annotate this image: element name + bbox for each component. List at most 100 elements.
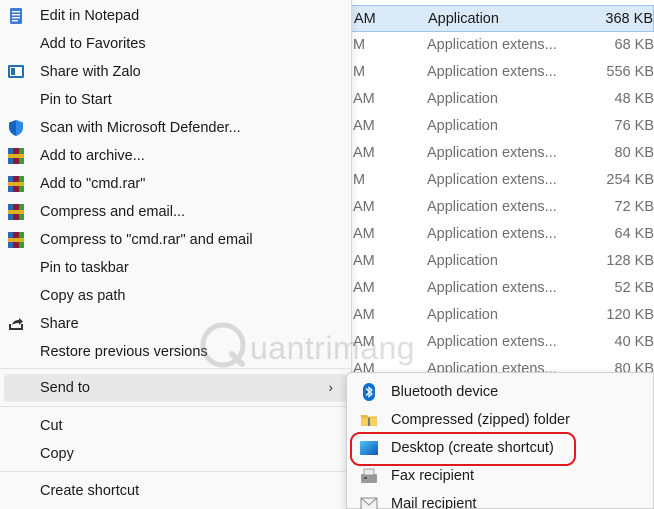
file-size: 76 KB xyxy=(614,118,654,134)
menu-item-label: Pin to Start xyxy=(40,92,112,108)
menu-item-compress-to-cmd-rar-and-email[interactable]: Compress to "cmd.rar" and email xyxy=(0,226,351,254)
menu-separator xyxy=(0,406,351,407)
menu-item-label: Share with Zalo xyxy=(40,64,141,80)
file-size: 48 KB xyxy=(614,91,654,107)
file-size: 254 KB xyxy=(606,172,654,188)
submenu-item-fax-recipient[interactable]: Fax recipient xyxy=(347,462,653,490)
watermark-logo: uantrimang xyxy=(198,318,418,374)
file-row[interactable]: M Application extens... 556 KB xyxy=(350,59,654,86)
file-type: Application extens... xyxy=(427,172,557,188)
menu-item-label: Copy as path xyxy=(40,288,126,304)
submenu-item-label: Compressed (zipped) folder xyxy=(391,412,570,428)
file-type: Application extens... xyxy=(427,334,557,350)
menu-item-pin-to-start[interactable]: Pin to Start xyxy=(0,86,351,114)
submenu-item-compressed-folder[interactable]: Compressed (zipped) folder xyxy=(347,406,653,434)
share-icon xyxy=(7,315,25,333)
menu-item-add-to-archive[interactable]: Add to archive... xyxy=(0,142,351,170)
winrar-icon xyxy=(7,175,25,193)
menu-item-copy-as-path[interactable]: Copy as path xyxy=(0,282,351,310)
file-row[interactable]: AM Application 48 KB xyxy=(350,86,654,113)
file-row[interactable]: AM Application 368 KB xyxy=(350,5,654,32)
menu-item-send-to[interactable]: Send to › xyxy=(4,374,347,402)
winrar-icon xyxy=(7,147,25,165)
menu-item-cut[interactable]: Cut xyxy=(0,412,351,440)
file-time: M xyxy=(353,172,366,188)
file-type: Application extens... xyxy=(427,145,557,161)
file-row[interactable]: AM Application extens... 64 KB xyxy=(350,221,654,248)
file-time: M xyxy=(353,37,366,53)
file-size: 128 KB xyxy=(606,253,654,269)
menu-item-edit-in-notepad[interactable]: Edit in Notepad xyxy=(0,2,351,30)
file-time: AM xyxy=(353,145,375,161)
file-size: 556 KB xyxy=(606,64,654,80)
file-type: Application extens... xyxy=(427,199,557,215)
file-size: 120 KB xyxy=(606,307,654,323)
notepad-icon xyxy=(7,7,25,25)
menu-item-scan-defender[interactable]: Scan with Microsoft Defender... xyxy=(0,114,351,142)
file-type: Application xyxy=(427,307,498,323)
file-row[interactable]: AM Application extens... 80 KB xyxy=(350,140,654,167)
submenu-item-label: Bluetooth device xyxy=(391,384,499,400)
file-row[interactable]: AM Application extens... 72 KB xyxy=(350,194,654,221)
context-menu: Edit in Notepad Add to Favorites Share w… xyxy=(0,0,352,509)
menu-separator xyxy=(0,471,351,472)
fax-icon xyxy=(360,467,378,485)
menu-item-label: Copy xyxy=(40,446,74,462)
send-to-submenu: Bluetooth device Compressed (zipped) fol… xyxy=(346,372,654,509)
menu-item-label: Share xyxy=(40,316,79,332)
menu-item-add-to-favorites[interactable]: Add to Favorites xyxy=(0,30,351,58)
submenu-item-label: Mail recipient xyxy=(391,496,477,509)
file-time: AM xyxy=(354,11,376,27)
file-time: AM xyxy=(353,253,375,269)
defender-shield-icon xyxy=(7,119,25,137)
menu-item-label: Cut xyxy=(40,418,63,434)
file-size: 64 KB xyxy=(614,226,654,242)
chevron-right-icon: › xyxy=(328,379,333,395)
winrar-icon xyxy=(7,203,25,221)
menu-item-add-to-cmd-rar[interactable]: Add to "cmd.rar" xyxy=(0,170,351,198)
menu-item-copy[interactable]: Copy xyxy=(0,440,351,468)
file-row[interactable]: AM Application 76 KB xyxy=(350,113,654,140)
menu-item-label: Pin to taskbar xyxy=(40,260,129,276)
file-size: 52 KB xyxy=(614,280,654,296)
file-type: Application extens... xyxy=(427,280,557,296)
menu-item-label: Add to archive... xyxy=(40,148,145,164)
menu-item-label: Edit in Notepad xyxy=(40,8,140,24)
file-type: Application xyxy=(427,91,498,107)
file-size: 368 KB xyxy=(605,11,653,27)
file-type: Application xyxy=(427,118,498,134)
menu-item-create-shortcut[interactable]: Create shortcut xyxy=(0,477,351,505)
menu-item-share-with-zalo[interactable]: Share with Zalo xyxy=(0,58,351,86)
menu-item-label: Scan with Microsoft Defender... xyxy=(40,120,241,136)
file-row[interactable]: AM Application extens... 52 KB xyxy=(350,275,654,302)
file-row[interactable]: M Application extens... 254 KB xyxy=(350,167,654,194)
file-time: AM xyxy=(353,91,375,107)
file-type: Application extens... xyxy=(427,64,557,80)
menu-item-label: Compress and email... xyxy=(40,204,186,220)
zalo-icon xyxy=(7,63,25,81)
file-type: Application extens... xyxy=(427,226,557,242)
submenu-item-label: Fax recipient xyxy=(391,468,475,484)
menu-item-label: Send to xyxy=(40,380,90,396)
file-type: Application xyxy=(427,253,498,269)
zip-folder-icon xyxy=(360,411,378,429)
menu-item-label: Add to Favorites xyxy=(40,36,146,52)
submenu-item-bluetooth-device[interactable]: Bluetooth device xyxy=(347,378,653,406)
menu-item-compress-and-email[interactable]: Compress and email... xyxy=(0,198,351,226)
menu-item-pin-to-taskbar[interactable]: Pin to taskbar xyxy=(0,254,351,282)
winrar-icon xyxy=(7,231,25,249)
menu-item-label: Restore previous versions xyxy=(40,344,208,360)
file-size: 40 KB xyxy=(614,334,654,350)
submenu-item-mail-recipient[interactable]: Mail recipient xyxy=(347,490,653,509)
file-time: AM xyxy=(353,118,375,134)
file-row[interactable]: AM Application 128 KB xyxy=(350,248,654,275)
mail-icon xyxy=(360,495,378,509)
file-time: AM xyxy=(353,280,375,296)
file-size: 68 KB xyxy=(614,37,654,53)
file-time: AM xyxy=(353,226,375,242)
file-type: Application xyxy=(428,11,499,27)
file-row[interactable]: M Application extens... 68 KB xyxy=(350,32,654,59)
bluetooth-icon xyxy=(360,383,378,401)
file-type: Application extens... xyxy=(427,37,557,53)
file-size: 72 KB xyxy=(614,199,654,215)
